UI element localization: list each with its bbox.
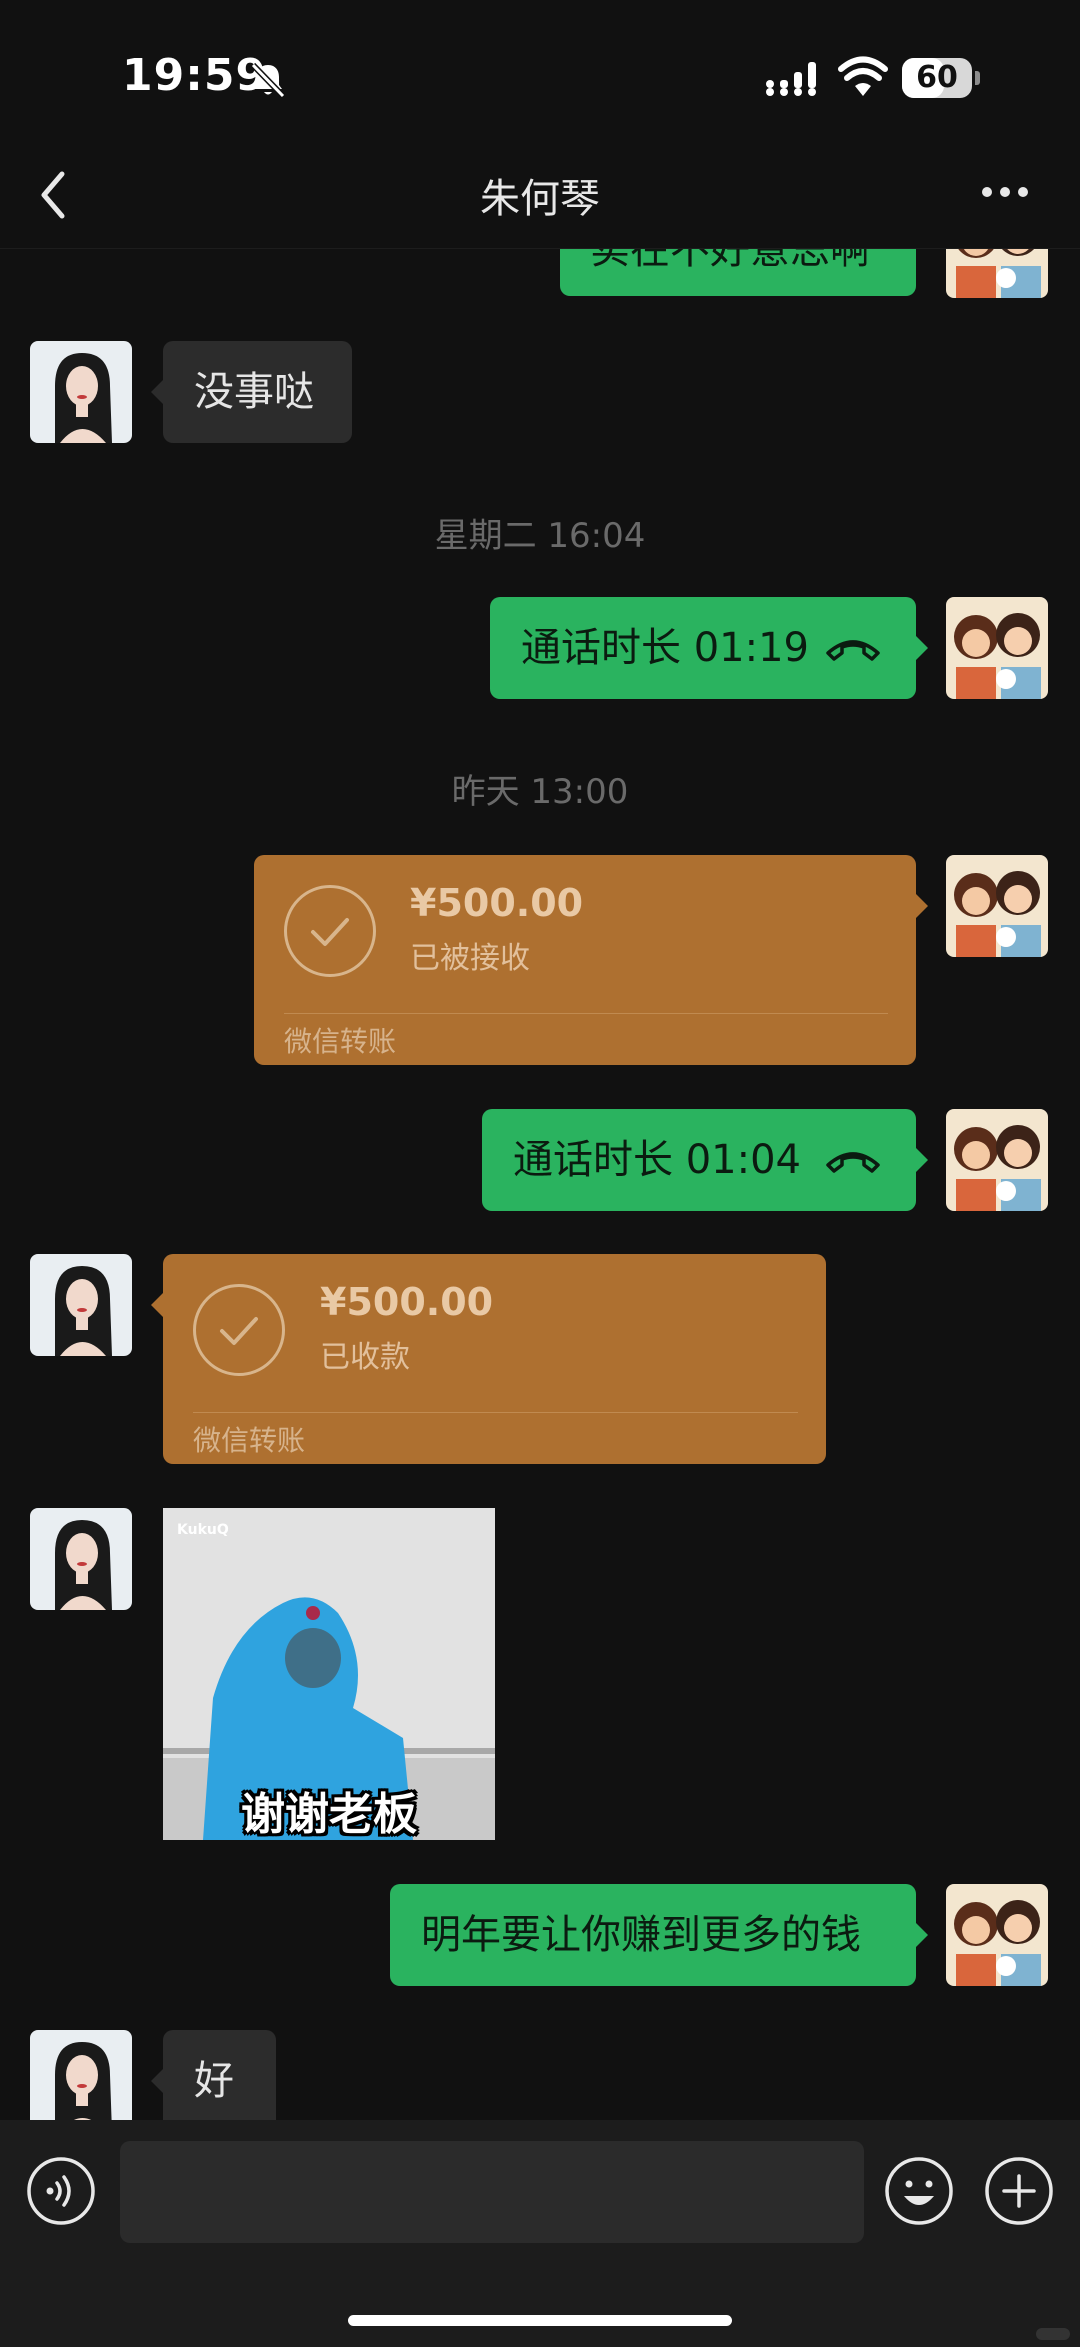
voice-icon[interactable]	[26, 2156, 96, 2226]
wifi-icon	[838, 56, 888, 96]
message-bubble-outgoing[interactable]: 明年要让你赚到更多的钱	[390, 1884, 928, 1986]
sticker-watermark: KukuQ	[177, 1522, 229, 1538]
transfer-status: 已收款	[320, 1340, 410, 1375]
contact-avatar[interactable]	[30, 2030, 132, 2120]
call-duration-text: 通话时长 01:19	[521, 625, 809, 671]
message-text: 没事哒	[194, 369, 314, 415]
chat-area[interactable]: 实在不好意思啊 没事哒 星期二 16:04 通话时长 01:19 昨天 13:0…	[0, 249, 1080, 2120]
plus-icon[interactable]	[984, 2156, 1054, 2226]
transfer-footer: 微信转账	[193, 1424, 306, 1457]
home-indicator[interactable]	[348, 2315, 732, 2326]
transfer-amount: ¥500.00	[320, 1280, 494, 1324]
contact-avatar[interactable]	[30, 341, 132, 443]
check-circle-icon	[193, 1284, 285, 1376]
chevron-left-icon[interactable]	[34, 168, 74, 222]
transfer-amount: ¥500.00	[410, 881, 584, 925]
corner-mark	[1036, 2328, 1070, 2340]
call-record-bubble[interactable]: 通话时长 01:04	[482, 1109, 928, 1211]
signal-icon	[766, 62, 816, 96]
transfer-divider	[284, 1013, 888, 1014]
message-text: 好	[194, 2058, 234, 2104]
transfer-card-outgoing[interactable]: ¥500.00 已被接收 微信转账	[254, 855, 928, 1065]
chat-title: 朱何琴	[480, 176, 600, 222]
more-dots-icon[interactable]	[980, 182, 1030, 202]
my-avatar[interactable]	[946, 855, 1048, 957]
sticker-image[interactable]: KukuQ 谢谢老板	[163, 1508, 495, 1840]
message-input[interactable]	[120, 2141, 864, 2243]
my-avatar[interactable]	[946, 249, 1048, 298]
battery-indicator: 60	[902, 58, 980, 98]
message-bubble-incoming[interactable]: 没事哒	[151, 341, 352, 443]
contact-avatar[interactable]	[30, 1254, 132, 1356]
my-avatar[interactable]	[946, 1884, 1048, 1986]
my-avatar[interactable]	[946, 597, 1048, 699]
timestamp: 星期二 16:04	[434, 516, 646, 556]
message-bubble-incoming[interactable]: 好	[151, 2030, 276, 2120]
transfer-card-incoming[interactable]: ¥500.00 已收款 微信转账	[151, 1254, 826, 1464]
message-bubble-outgoing[interactable]: 实在不好意思啊	[560, 249, 916, 296]
message-text: 实在不好意思啊	[590, 249, 870, 273]
battery-text: 60	[916, 60, 958, 95]
emoji-icon[interactable]	[884, 2156, 954, 2226]
timestamp: 昨天 13:00	[451, 772, 629, 812]
my-avatar[interactable]	[946, 1109, 1048, 1211]
transfer-footer: 微信转账	[284, 1025, 397, 1058]
sticker-caption: 谢谢老板	[241, 1789, 417, 1840]
message-text: 明年要让你赚到更多的钱	[421, 1912, 861, 1958]
bell-slash-icon	[250, 62, 286, 99]
check-circle-icon	[284, 885, 376, 977]
call-record-bubble[interactable]: 通话时长 01:19	[490, 597, 928, 699]
call-duration-text: 通话时长 01:04	[513, 1137, 801, 1183]
transfer-status: 已被接收	[410, 941, 530, 976]
contact-avatar[interactable]	[30, 1508, 132, 1610]
status-time: 19:59	[122, 50, 268, 101]
phone-hangup-icon	[826, 640, 880, 661]
phone-hangup-icon	[826, 1152, 880, 1173]
transfer-divider	[193, 1412, 798, 1413]
